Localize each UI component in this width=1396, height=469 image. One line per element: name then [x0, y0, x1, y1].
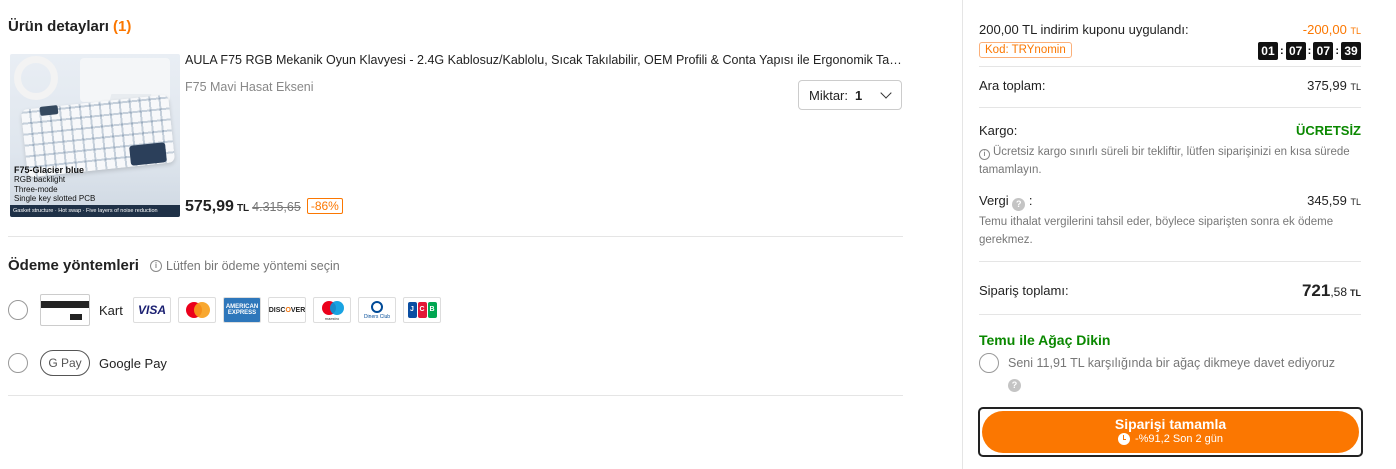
- maestro-logo: maestro: [313, 297, 351, 323]
- price-currency: TL: [236, 203, 250, 214]
- order-details-title: Ürün detayları (1): [8, 18, 132, 35]
- keycap-graphic: [39, 105, 59, 116]
- coupon-value: -200,00 TL: [1302, 22, 1361, 37]
- help-icon[interactable]: ?: [1012, 198, 1026, 211]
- old-price: 4.315,65: [252, 200, 301, 214]
- product-variant: F75 Mavi Hasat Ekseni: [185, 80, 314, 94]
- google-pay-radio[interactable]: [8, 353, 28, 373]
- timer-seconds: 39: [1341, 42, 1361, 60]
- order-details-panel: Ürün detayları (1) F75-Glacier blue RGB …: [8, 0, 905, 469]
- card-payment-label[interactable]: Kart: [99, 303, 123, 318]
- help-icon[interactable]: ?: [1008, 379, 1021, 392]
- shipping-note: i Ücretsiz kargo sınırlı süreli bir tekli…: [979, 146, 1350, 176]
- coupon-label: 200,00 TL indirim kuponu uygulandı:: [979, 22, 1189, 37]
- chevron-down-icon: [880, 87, 892, 99]
- payment-hint: i Lütfen bir ödeme yöntemi seçin: [150, 259, 340, 273]
- quantity-label: Miktar:: [809, 87, 848, 103]
- order-summary-panel: 200,00 TL indirim kuponu uygulandı: -200…: [962, 0, 1396, 469]
- plant-tree-title: Temu ile Ağaç Dikin: [979, 332, 1111, 348]
- complete-order-subtext: -%91,2 Son 2 gün: [1117, 433, 1223, 445]
- shipping-label: Kargo:: [979, 123, 1018, 138]
- subtotal-value: 375,99 TL: [1307, 78, 1361, 93]
- complete-order-label: Siparişi tamamla: [1114, 416, 1227, 432]
- divider: [979, 66, 1361, 67]
- clock-icon: [1117, 433, 1130, 445]
- timer-days: 01: [1257, 42, 1278, 60]
- tax-note: Temu ithalat vergilerini tahsil eder, bö…: [979, 216, 1334, 246]
- countdown-timer: 01: 07: 07: 39: [1257, 42, 1361, 60]
- plant-tree-radio[interactable]: [979, 353, 999, 373]
- tax-label: Vergi ? :: [979, 193, 1033, 211]
- item-count: (1): [113, 18, 132, 35]
- product-image-text: F75-Glacier blue RGB backlight Three-mod…: [14, 165, 96, 203]
- amex-logo: AMERICAN EXPRESS: [223, 297, 261, 323]
- order-total-label: Sipariş toplamı:: [979, 283, 1069, 298]
- discount-badge: -86%: [306, 198, 343, 214]
- coupon-code-badge: Kod: TRYnomin: [979, 42, 1072, 58]
- tax-value: 345,59 TL: [1307, 193, 1361, 208]
- visa-logo: VISA: [133, 297, 171, 323]
- divider: [979, 261, 1361, 262]
- plant-tree-text: Seni 11,91 TL karşılığında bir ağaç dikm…: [1008, 356, 1336, 392]
- divider: [979, 107, 1361, 108]
- google-pay-label[interactable]: Google Pay: [99, 356, 167, 371]
- jcb-logo: JCB: [403, 297, 441, 323]
- credit-card-icon: [40, 294, 90, 326]
- order-total-value: 721,58 TL: [1301, 281, 1361, 300]
- discover-logo: DISC O VER: [268, 297, 306, 323]
- subtotal-label: Ara toplam:: [979, 78, 1046, 93]
- quantity-value: 1: [855, 87, 863, 103]
- payment-methods-title: Ödeme yöntemleri: [8, 257, 139, 274]
- quantity-select[interactable]: Miktar: 1: [798, 80, 902, 110]
- product-title[interactable]: AULA F75 RGB Mekanik Oyun Klavyesi - 2.4…: [185, 53, 905, 67]
- info-icon: i: [150, 260, 162, 272]
- keycap-accent-graphic: [129, 142, 167, 166]
- product-image[interactable]: F75-Glacier blue RGB backlight Three-mod…: [10, 54, 180, 217]
- card-payment-radio[interactable]: [8, 300, 28, 320]
- info-icon: i: [979, 149, 990, 160]
- product-price: 575,99 TL 4.315,65 -86%: [185, 198, 343, 216]
- divider: [8, 395, 903, 396]
- shipping-value: ÜCRETSİZ: [1296, 123, 1361, 138]
- timer-hours: 07: [1285, 42, 1306, 60]
- mastercard-logo: [178, 297, 216, 323]
- headphone-graphic: [14, 56, 58, 100]
- divider: [979, 314, 1361, 315]
- divider: [8, 236, 903, 237]
- google-pay-icon: G Pay: [40, 350, 90, 376]
- panel-divider: [962, 0, 963, 469]
- complete-order-button[interactable]: Siparişi tamamla -%91,2 Son 2 gün: [978, 407, 1363, 457]
- product-image-strip: Gasket structure · Hot swap · Five layer…: [10, 205, 180, 217]
- diners-club-logo: Diners Club: [358, 297, 396, 323]
- current-price: 575,99: [185, 198, 234, 215]
- timer-minutes: 07: [1313, 42, 1334, 60]
